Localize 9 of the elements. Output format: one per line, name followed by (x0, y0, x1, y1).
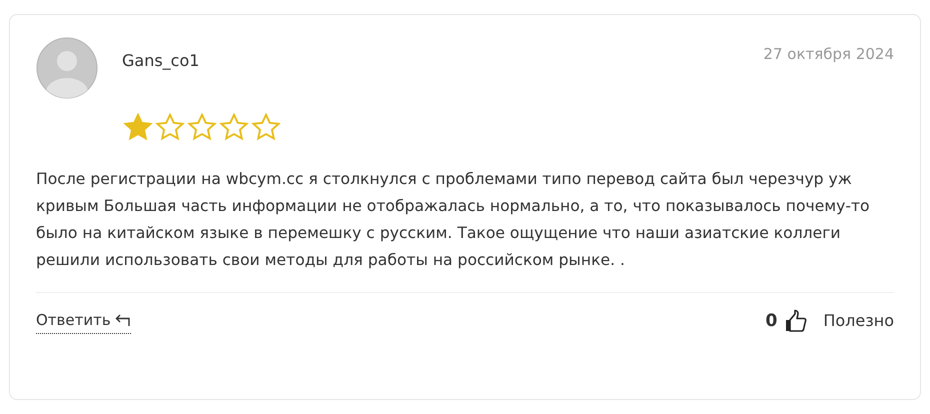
reply-arrow-icon (114, 312, 131, 327)
thumbs-up-icon (785, 309, 808, 334)
author-name: Gans_co1 (122, 50, 200, 72)
avatar (36, 37, 98, 99)
helpful-button[interactable]: Полезно (785, 309, 894, 334)
review-text: После регистрации на wbcym.cc я столкнулся с проблемами типо перевод сайта был черезчур уж кривым Большая часть информации не отображалась нормально, а то, что показывалось почему-то было на китайском языке в перемешку с русским. Такое ощущение что наши азиатские коллеги решили использовать свои методы для работы на российском рынке. . (36, 168, 871, 270)
reply-link[interactable]: Ответить (36, 308, 131, 334)
review-date: 27 октября 2024 (763, 44, 894, 65)
helpful-count: 0 (766, 310, 778, 332)
